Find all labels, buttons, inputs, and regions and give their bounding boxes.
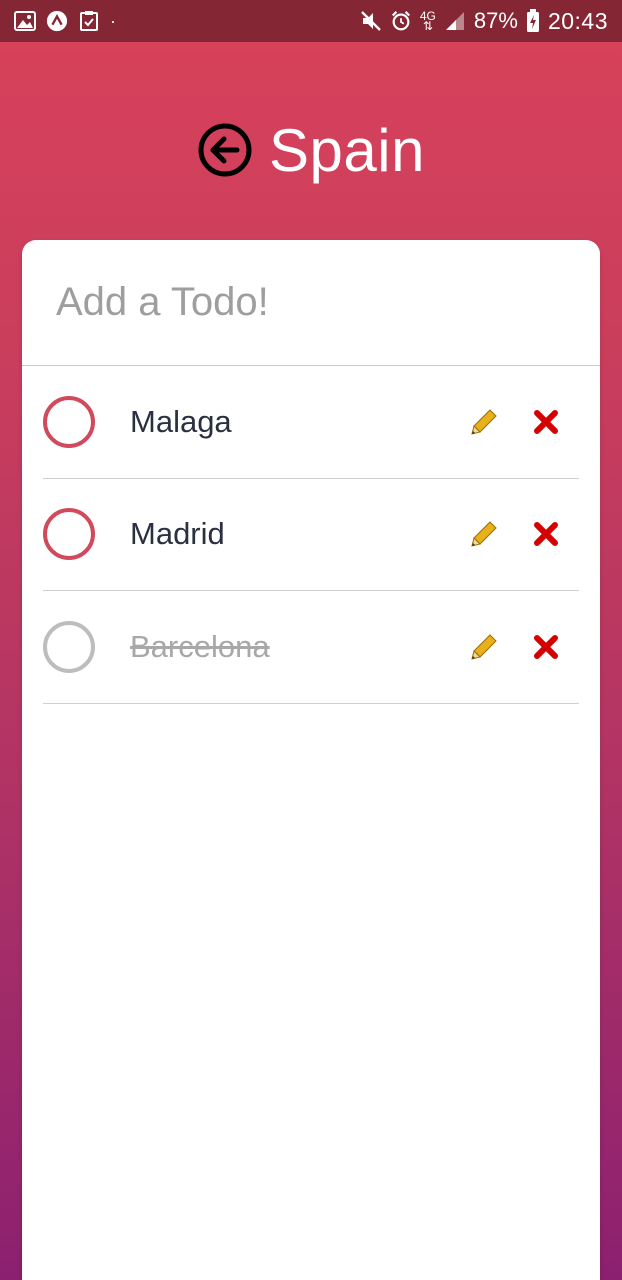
cross-icon [534, 522, 558, 547]
status-bar: · 4G ⇅ 87% 20:43 [0, 0, 622, 42]
edit-button[interactable] [469, 407, 499, 437]
edit-button[interactable] [469, 632, 499, 662]
clock: 20:43 [547, 7, 608, 34]
todo-list: Malaga Madrid Barcelona [22, 366, 600, 704]
pencil-icon [471, 634, 497, 660]
cross-icon [534, 409, 558, 434]
todo-item-completed: Barcelona [43, 591, 579, 704]
alarm-icon [390, 10, 412, 32]
todo-item: Madrid [43, 479, 579, 591]
cross-icon [534, 634, 558, 659]
battery-percent: 87% [473, 8, 518, 33]
todo-label[interactable]: Madrid [130, 516, 469, 552]
complete-toggle[interactable] [43, 395, 95, 448]
signal-icon [444, 10, 466, 32]
notification-dot: · [110, 11, 116, 31]
todo-item: Malaga [43, 366, 579, 479]
battery-icon [526, 9, 540, 32]
mute-icon [360, 10, 382, 32]
edit-button[interactable] [469, 519, 499, 549]
delete-button[interactable] [531, 632, 561, 662]
back-arrow-icon [198, 123, 252, 177]
pencil-icon [471, 409, 497, 435]
task-icon [78, 10, 100, 32]
todo-label[interactable]: Barcelona [130, 629, 469, 665]
todo-label[interactable]: Malaga [130, 404, 469, 440]
complete-toggle[interactable] [43, 620, 95, 673]
status-bar-right: 4G ⇅ 87% 20:43 [360, 8, 608, 35]
image-icon [14, 10, 36, 32]
todo-card: Malaga Madrid [22, 240, 600, 1280]
network-arrows: ⇅ [422, 19, 433, 33]
network-icon: 4G ⇅ [420, 10, 436, 32]
status-bar-left: · [14, 10, 116, 32]
app-icon [46, 10, 68, 32]
add-todo-input[interactable] [22, 240, 600, 366]
pencil-icon [471, 521, 497, 547]
delete-button[interactable] [531, 519, 561, 549]
page-title: Spain [269, 116, 425, 184]
back-button[interactable] [197, 122, 253, 178]
header: Spain [0, 110, 622, 190]
complete-toggle[interactable] [43, 508, 95, 561]
delete-button[interactable] [531, 407, 561, 437]
